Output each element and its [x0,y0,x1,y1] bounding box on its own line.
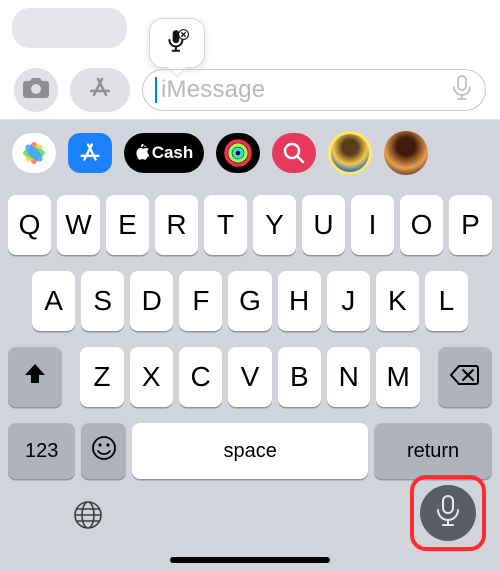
key-l[interactable]: L [425,271,468,331]
space-key[interactable]: space [132,423,368,479]
dictation-button[interactable] [420,485,476,541]
key-d[interactable]: D [130,271,173,331]
key-n[interactable]: N [327,347,370,407]
keyboard-row-4: 123 space return [4,423,496,479]
keyboard-row-1: QWERTYUIOP [4,195,496,255]
incoming-message-bubble[interactable] [12,8,127,48]
key-g[interactable]: G [228,271,271,331]
key-t[interactable]: T [204,195,247,255]
key-y[interactable]: Y [253,195,296,255]
key-s[interactable]: S [81,271,124,331]
key-h[interactable]: H [278,271,321,331]
mic-icon[interactable] [451,75,473,106]
numbers-key[interactable]: 123 [8,423,75,479]
fitness-app-icon[interactable] [216,133,260,173]
backspace-key[interactable] [438,347,492,407]
memoji-app-icon-1[interactable] [328,131,372,175]
compose-row: iMessage [0,61,500,120]
key-j[interactable]: J [327,271,370,331]
apple-cash-app-icon[interactable]: Cash [124,133,204,173]
key-m[interactable]: M [376,347,419,407]
camera-icon [22,76,50,105]
imessage-app-strip[interactable]: Cash [0,120,500,185]
emoji-key[interactable] [81,423,126,479]
keyboard-row-3: ZXCVBNM [4,347,496,407]
appstore-app-icon[interactable] [68,133,112,173]
camera-button[interactable] [14,68,58,112]
apple-cash-label: Cash [152,143,194,163]
key-w[interactable]: W [57,195,100,255]
bottom-bar [0,485,500,571]
key-v[interactable]: V [228,347,271,407]
key-r[interactable]: R [155,195,198,255]
shift-icon [22,361,48,394]
music-search-app-icon[interactable] [272,133,316,173]
imessage-screen: iMessage [0,0,500,571]
memoji-app-icon-2[interactable] [384,131,428,175]
key-o[interactable]: O [400,195,443,255]
key-k[interactable]: K [376,271,419,331]
key-b[interactable]: B [278,347,321,407]
emoji-icon [90,434,118,469]
key-q[interactable]: Q [8,195,51,255]
key-p[interactable]: P [449,195,492,255]
key-u[interactable]: U [302,195,345,255]
dictation-disabled-tooltip [149,18,205,68]
backspace-icon [450,361,480,393]
key-i[interactable]: I [351,195,394,255]
key-a[interactable]: A [32,271,75,331]
keyboard: QWERTYUIOP ASDFGHJKL ZXCVBNM [0,185,500,485]
return-key[interactable]: return [374,423,492,479]
conversation-area [0,0,500,61]
key-e[interactable]: E [106,195,149,255]
home-indicator[interactable] [170,557,330,563]
globe-key[interactable] [70,499,106,535]
key-z[interactable]: Z [80,347,123,407]
message-placeholder: iMessage [161,76,451,104]
globe-icon [72,499,104,536]
key-c[interactable]: C [179,347,222,407]
keyboard-row-2: ASDFGHJKL [4,271,496,331]
text-caret [155,77,157,103]
mic-disabled-icon [164,28,190,59]
shift-key[interactable] [8,347,62,407]
app-drawer-button[interactable] [70,68,130,112]
mic-icon [435,494,461,533]
photos-app-icon[interactable] [12,133,56,173]
appstore-icon [85,73,115,108]
message-input[interactable]: iMessage [142,69,486,111]
key-x[interactable]: X [130,347,173,407]
key-f[interactable]: F [179,271,222,331]
